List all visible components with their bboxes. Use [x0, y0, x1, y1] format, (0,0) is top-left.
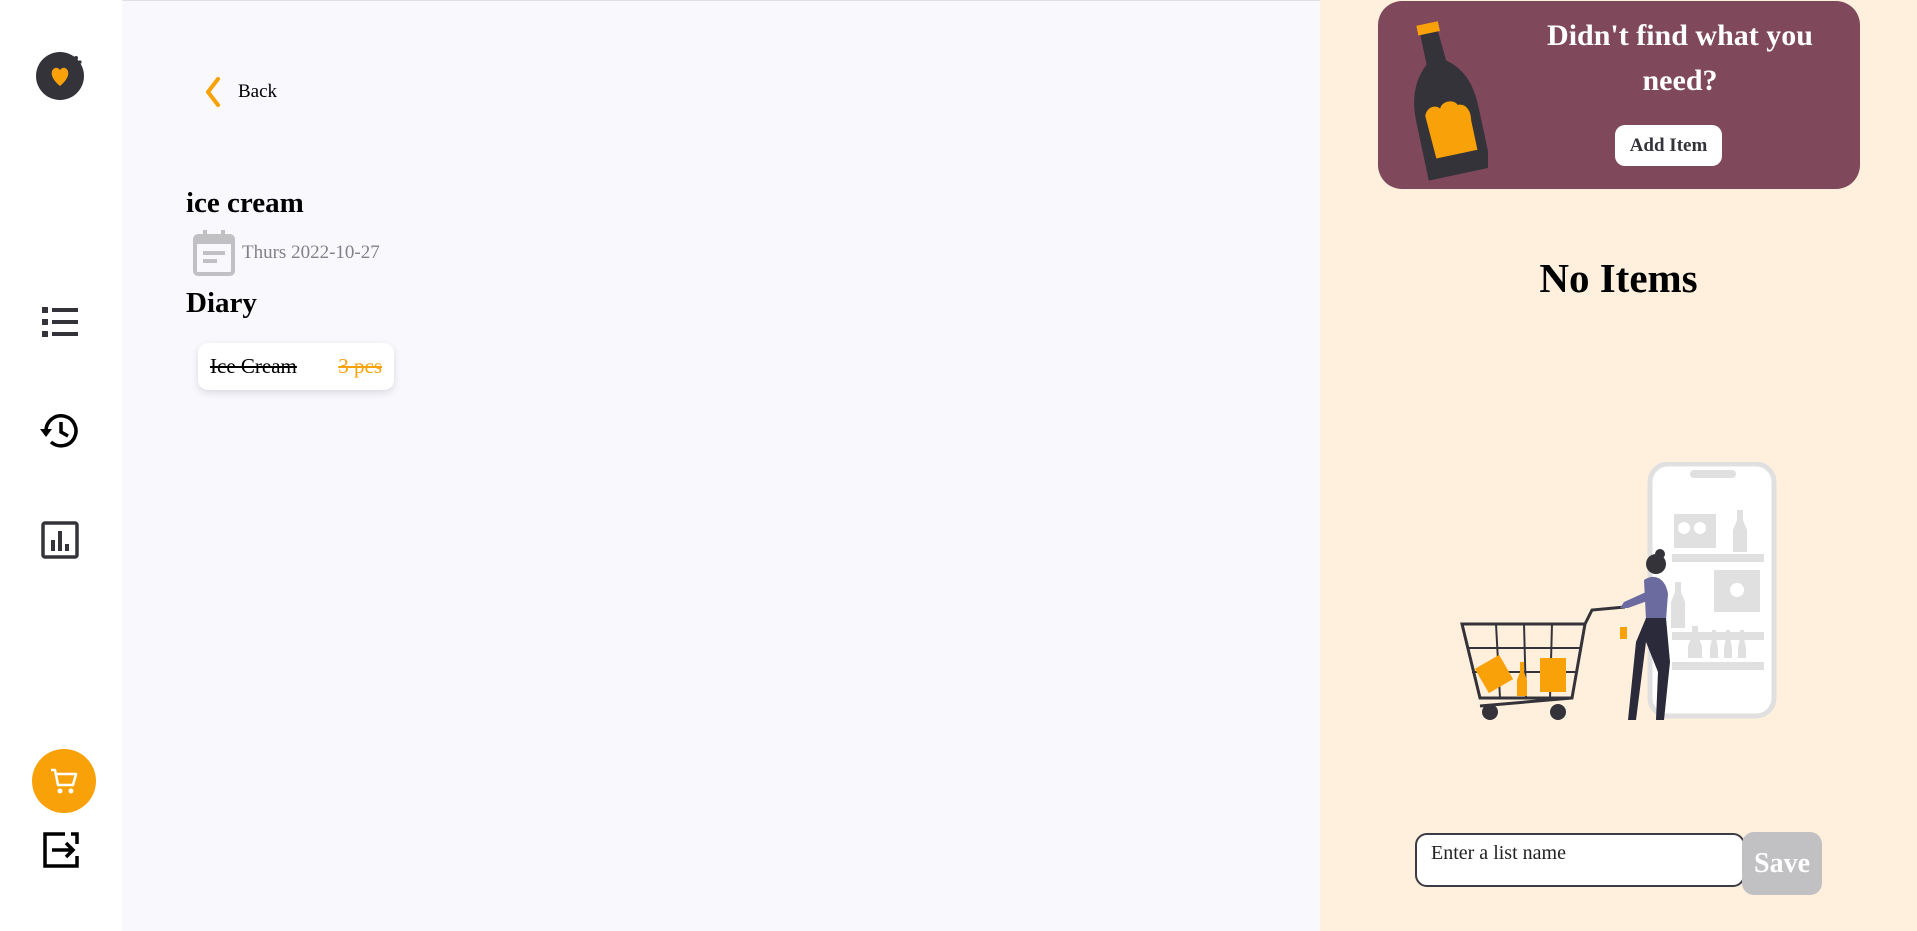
- list-icon[interactable]: [36, 298, 84, 346]
- list-date: Thurs 2022-10-27: [192, 229, 380, 277]
- sidebar: [0, 0, 122, 931]
- logout-icon[interactable]: [38, 827, 84, 873]
- item-name: Ice Cream: [210, 354, 297, 378]
- shopping-illustration: [1460, 462, 1777, 720]
- promo-text: Didn't find what you need?: [1547, 19, 1813, 97]
- main-content: Back ice cream Thurs 2022-10-27 Diary Ic…: [122, 0, 1320, 931]
- date-label: Thurs 2022-10-27: [242, 242, 380, 263]
- category-name: Diary: [186, 287, 257, 319]
- list-name-input[interactable]: [1415, 833, 1745, 887]
- back-button[interactable]: Back: [200, 75, 277, 109]
- empty-state-label: No Items: [1539, 255, 1698, 301]
- list-item[interactable]: Ice Cream 3 pcs: [198, 343, 394, 390]
- bottle-icon: [1414, 21, 1488, 181]
- item-quantity: 3 pcs: [338, 354, 382, 378]
- save-button[interactable]: Save: [1742, 832, 1822, 895]
- shopping-list-panel: Didn't find what you need? Add Item No I…: [1320, 0, 1917, 931]
- logo[interactable]: [36, 52, 84, 100]
- cart-icon: [51, 768, 78, 794]
- cart-button[interactable]: [32, 749, 96, 813]
- save-list-form: Save: [1415, 832, 1823, 895]
- add-item-button[interactable]: Add Item: [1615, 125, 1722, 166]
- chevron-left-icon: [206, 77, 220, 107]
- back-label: Back: [238, 81, 278, 102]
- add-item-banner: Didn't find what you need? Add Item: [1378, 1, 1860, 189]
- history-icon[interactable]: [36, 407, 84, 455]
- list-title: ice cream: [186, 187, 304, 219]
- statistics-icon[interactable]: [36, 516, 84, 564]
- calendar-icon: [193, 230, 235, 276]
